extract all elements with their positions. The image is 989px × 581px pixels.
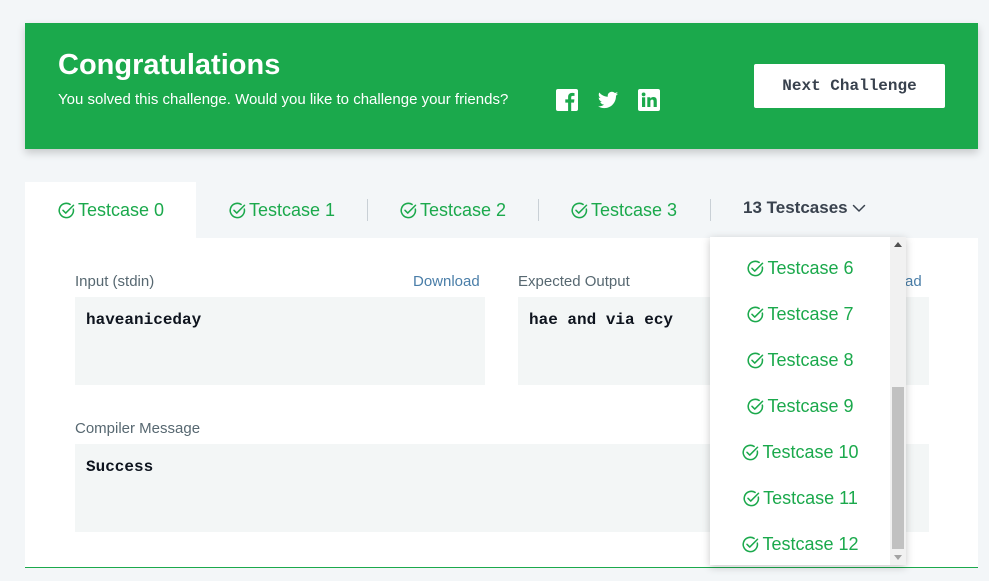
dropdown-item-testcase-8[interactable]: Testcase 8: [710, 337, 890, 383]
dropdown-item-label: Testcase 11: [763, 487, 858, 508]
scrollbar-thumb[interactable]: [892, 387, 904, 549]
tab-label: Testcase 3: [590, 199, 678, 220]
twitter-icon: [597, 91, 619, 109]
tab-label: Testcase 0: [77, 199, 165, 220]
tab-testcase-0[interactable]: Testcase 0: [25, 182, 196, 238]
dropdown-item-label: Testcase 9: [767, 395, 854, 416]
tab-testcase-2[interactable]: Testcase 2: [367, 182, 538, 238]
check-circle-icon: [742, 536, 759, 552]
dropdown-item-label: Testcase 12: [762, 533, 859, 554]
input-download-link[interactable]: Download: [413, 274, 480, 289]
testcases-dropdown-menu: Testcase 6 Testcase 7 Testcase 8 Testcas…: [710, 237, 906, 565]
compiler-message-label: Compiler Message: [75, 420, 201, 437]
check-circle-icon: [400, 202, 417, 218]
check-circle-icon: [229, 202, 246, 218]
linkedin-share-button[interactable]: [638, 89, 660, 111]
testcase-tabs: Testcase 0 Testcase 1 Testcase 2 Testcas…: [25, 182, 978, 238]
check-circle-icon: [747, 306, 764, 322]
dropdown-item-label: Testcase 8: [767, 349, 854, 370]
expected-output-label: Expected Output: [518, 273, 630, 290]
tab-testcase-3[interactable]: Testcase 3: [538, 182, 709, 238]
check-circle-icon: [747, 352, 764, 368]
check-circle-icon: [743, 490, 760, 506]
tab-label: Testcase 2: [419, 199, 507, 220]
banner-subtitle: You solved this challenge. Would you lik…: [58, 91, 509, 108]
check-circle-icon: [742, 444, 759, 460]
twitter-share-button[interactable]: [597, 89, 619, 111]
dropdown-item-testcase-11[interactable]: Testcase 11: [710, 475, 890, 521]
input-box: haveaniceday: [75, 297, 485, 385]
more-testcases-dropdown-toggle[interactable]: 13 Testcases: [743, 182, 867, 234]
input-value: haveaniceday: [86, 311, 202, 329]
check-circle-icon: [58, 202, 75, 218]
dropdown-item-label: Testcase 6: [767, 257, 854, 278]
dropdown-item-testcase-7[interactable]: Testcase 7: [710, 291, 890, 337]
tab-label: Testcase 1: [248, 199, 336, 220]
check-circle-icon: [571, 202, 588, 218]
dropdown-item-label: Testcase 10: [762, 441, 859, 462]
linkedin-icon: [638, 89, 660, 111]
scroll-up-arrow-icon[interactable]: [894, 242, 902, 247]
tab-testcase-1[interactable]: Testcase 1: [196, 182, 367, 238]
input-label: Input (stdin): [75, 273, 155, 290]
dropdown-item-testcase-10[interactable]: Testcase 10: [710, 429, 890, 475]
expected-output-value: hae and via ecy: [529, 311, 674, 329]
facebook-icon: [556, 89, 578, 111]
compiler-message-value: Success: [86, 458, 154, 476]
dropdown-item-testcase-12[interactable]: Testcase 12: [710, 521, 890, 565]
dropdown-item-testcase-6[interactable]: Testcase 6: [710, 245, 890, 291]
chevron-down-icon: [852, 204, 865, 212]
dropdown-item-testcase-9[interactable]: Testcase 9: [710, 383, 890, 429]
check-circle-icon: [747, 260, 764, 276]
banner-title: Congratulations: [58, 49, 281, 81]
congratulations-banner: Congratulations You solved this challeng…: [25, 23, 978, 149]
scroll-down-arrow-icon[interactable]: [894, 555, 902, 560]
check-circle-icon: [747, 398, 764, 414]
tab-divider: [710, 199, 711, 221]
dropdown-item-label: Testcase 7: [767, 303, 854, 324]
facebook-share-button[interactable]: [556, 89, 578, 111]
next-challenge-button[interactable]: Next Challenge: [754, 64, 945, 108]
more-testcases-label: 13 Testcases: [743, 198, 848, 217]
dropdown-scrollbar[interactable]: [890, 237, 906, 565]
